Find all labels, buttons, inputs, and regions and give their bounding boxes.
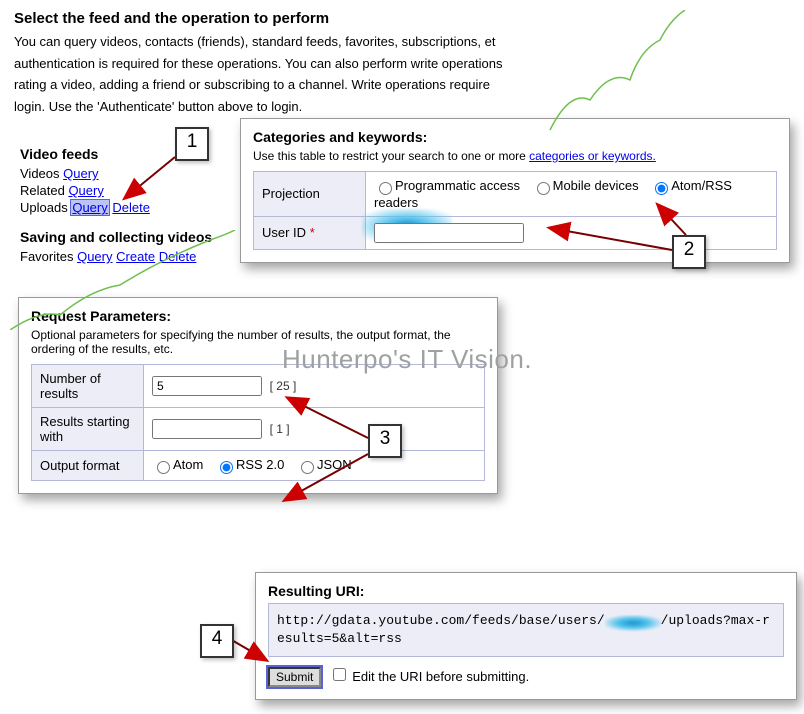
output-format-label: Output format [32, 451, 144, 481]
redacted-smudge [605, 615, 661, 631]
intro-text-3: rating a video, adding a friend or subsc… [14, 76, 574, 94]
intro-text-4: login. Use the 'Authenticate' button abo… [14, 98, 574, 116]
row-videos: Videos Query [20, 166, 240, 181]
intro-text-1: You can query videos, contacts (friends)… [14, 33, 574, 51]
num-results-default: [ 25 ] [270, 379, 297, 393]
intro-text-2: authentication is required for these ope… [14, 55, 574, 73]
callout-3: 3 [368, 424, 402, 458]
related-query-link[interactable]: Query [68, 183, 103, 198]
categories-sub: Use this table to restrict your search t… [253, 149, 777, 163]
uploads-query-link[interactable]: Query [71, 200, 108, 215]
userid-input[interactable] [374, 223, 524, 243]
page-heading: Select the feed and the operation to per… [14, 10, 574, 27]
uploads-delete-link[interactable]: Delete [112, 200, 150, 215]
edit-uri-checkbox[interactable] [333, 668, 346, 681]
watermark-text: Hunterpo's IT Vision. [282, 344, 532, 375]
resulting-uri-panel: Resulting URI: http://gdata.youtube.com/… [255, 572, 797, 700]
videos-query-link[interactable]: Query [63, 166, 98, 181]
callout-2: 2 [672, 235, 706, 269]
callout-1: 1 [175, 127, 209, 161]
userid-label: User ID * [254, 216, 366, 249]
resulting-uri-title: Resulting URI: [268, 583, 784, 599]
projection-label: Projection [254, 172, 366, 217]
num-results-label: Number of results [32, 365, 144, 408]
output-radio-rss[interactable]: RSS 2.0 [215, 457, 284, 472]
row-related: Related Query [20, 183, 240, 198]
callout-4: 4 [200, 624, 234, 658]
output-radio-json[interactable]: JSON [296, 457, 352, 472]
edit-uri-label: Edit the URI before submitting. [352, 669, 529, 684]
resulting-uri-text: http://gdata.youtube.com/feeds/base/user… [268, 603, 784, 657]
categories-keywords-link[interactable]: categories or keywords. [529, 149, 656, 163]
submit-button[interactable]: Submit [268, 667, 321, 687]
results-starting-label: Results starting with [32, 408, 144, 451]
projection-radio-programmatic[interactable]: Programmatic access [374, 178, 520, 193]
results-starting-input[interactable] [152, 419, 262, 439]
output-radio-atom[interactable]: Atom [152, 457, 203, 472]
results-starting-default: [ 1 ] [270, 422, 290, 436]
projection-radio-mobile[interactable]: Mobile devices [532, 178, 639, 193]
row-uploads: Uploads Query Delete [20, 200, 240, 215]
num-results-input[interactable] [152, 376, 262, 396]
